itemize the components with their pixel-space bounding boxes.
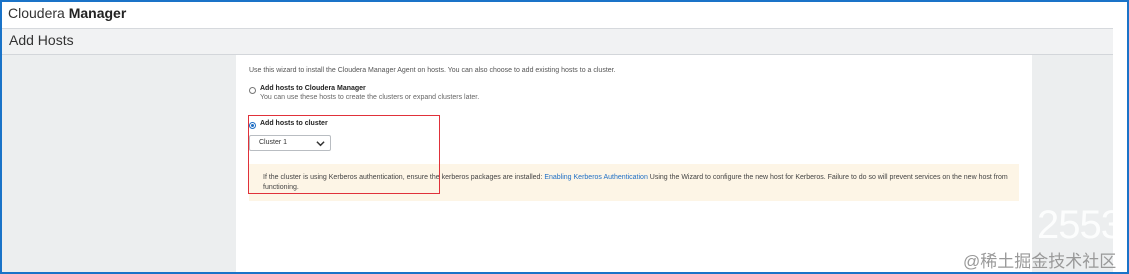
radio-add-to-manager[interactable] [249,87,256,94]
page-header: Add Hosts [2,29,1113,55]
option-description: You can use these hosts to create the cl… [260,94,480,101]
brand-name-bold: Manager [68,5,127,21]
brand-name: Cloudera [8,5,69,21]
left-gutter [2,55,236,274]
highlight-box [248,115,440,194]
wizard-intro: Use this wizard to install the Cloudera … [249,67,616,74]
option-title: Add hosts to Cloudera Manager [260,85,366,92]
watermark: @稀土掘金技术社区 [963,252,1117,271]
top-header: Cloudera Manager [2,2,1113,29]
page-title: Add Hosts [9,32,74,48]
app-logo[interactable]: Cloudera Manager [8,5,126,21]
watermark-number: 2553 [1037,203,1123,247]
kerberos-doc-link[interactable]: Enabling Kerberos Authentication [544,174,648,181]
